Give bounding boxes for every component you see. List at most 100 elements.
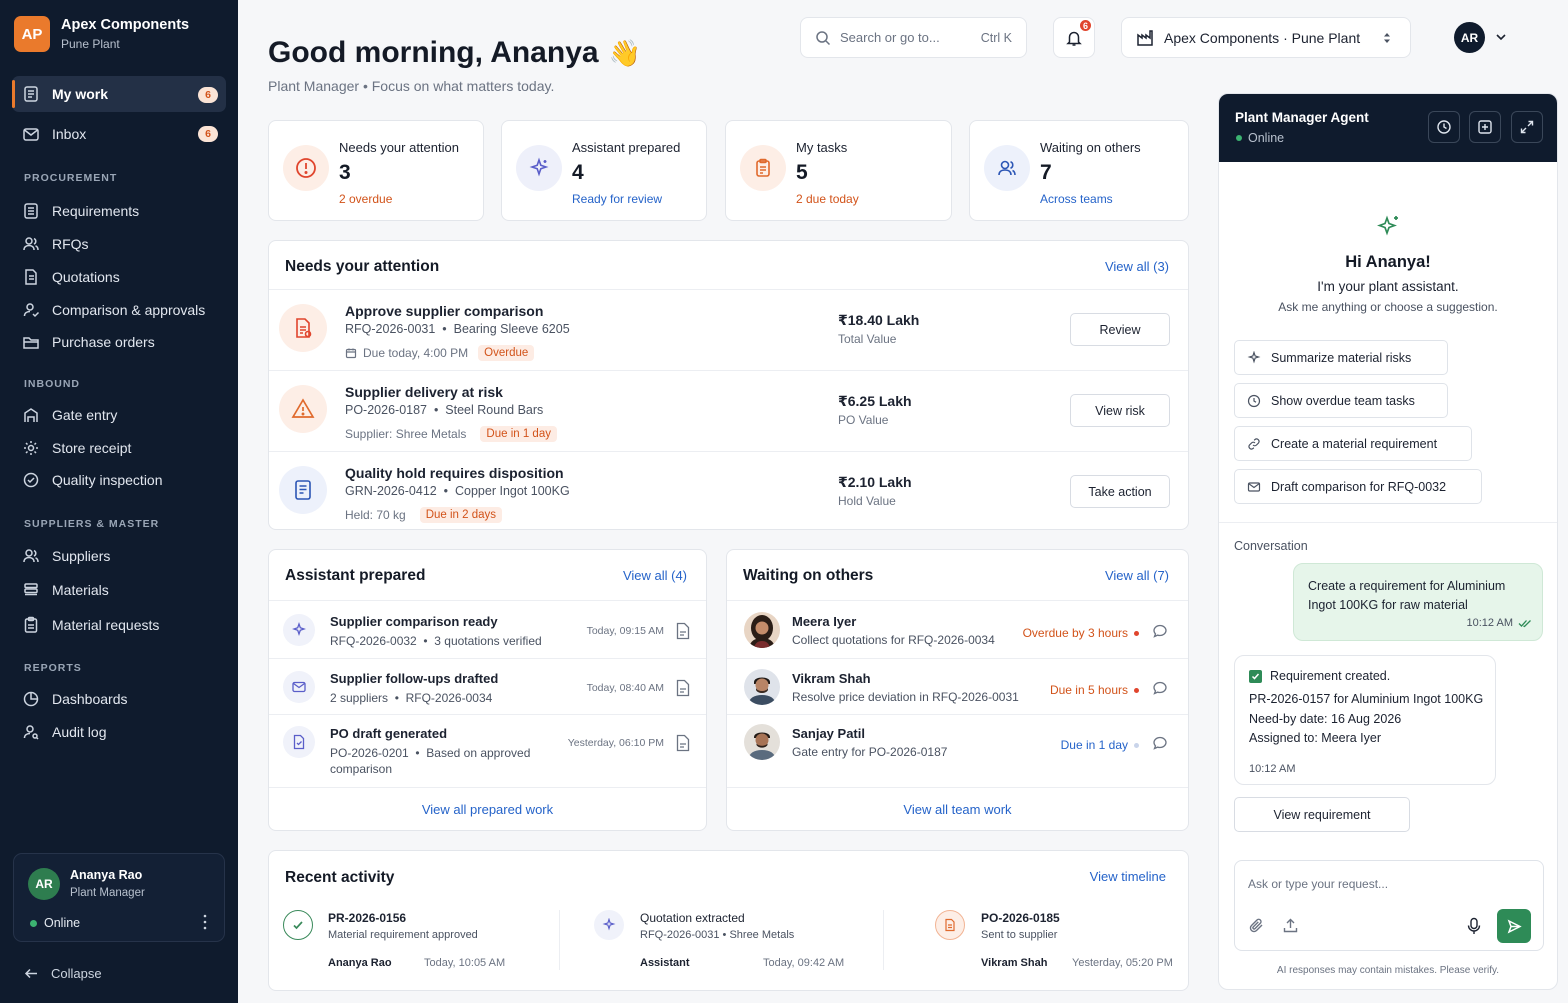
sparkle-icon: [516, 145, 562, 191]
stat-title: My tasks: [796, 140, 848, 155]
chat-icon[interactable]: [1152, 680, 1168, 696]
need-label: Need-by date:: [1249, 712, 1328, 726]
chat-input[interactable]: Ask or type your request...: [1234, 860, 1544, 951]
section-title: SUPPLIERS & MASTER: [24, 518, 160, 530]
stat-card-tasks[interactable]: My tasks 5 2 due today: [725, 120, 952, 221]
stat-card-attention[interactable]: Needs your attention 3 2 overdue: [268, 120, 484, 221]
view-all-link[interactable]: View all (4): [623, 568, 687, 583]
user-card[interactable]: AR Ananya Rao Plant Manager Online: [13, 853, 225, 942]
sidebar-item-inbox[interactable]: Inbox 6: [12, 116, 226, 152]
row-ref: PO-2026-0187: [345, 403, 428, 417]
activity-title: PO-2026-0185: [981, 911, 1060, 925]
sidebar-item-audit-log[interactable]: Audit log: [12, 714, 226, 750]
search-input[interactable]: Search or go to... Ctrl K: [800, 17, 1027, 58]
view-requirement-button[interactable]: View requirement: [1234, 797, 1410, 832]
row-value: ₹2.10 Lakh: [838, 474, 912, 490]
user-avatar[interactable]: AR: [1454, 22, 1485, 53]
view-all-team-link[interactable]: View all team work: [727, 802, 1188, 817]
activity-item[interactable]: Quotation extracted RFQ-2026-0031 • Shre…: [594, 910, 894, 980]
activity-actor: Vikram Shah: [981, 957, 1048, 969]
history-button[interactable]: [1428, 111, 1460, 143]
activity-item[interactable]: PR-2026-0156 Material requirement approv…: [283, 910, 583, 980]
chat-icon[interactable]: [1152, 735, 1168, 751]
row-ref: 2 suppliers: [330, 691, 389, 705]
sidebar-item-requirements[interactable]: Requirements: [12, 193, 226, 229]
sidebar-item-dashboards[interactable]: Dashboards: [12, 681, 226, 717]
folder-icon: [22, 333, 40, 351]
view-all-link[interactable]: View all (3): [1105, 259, 1169, 274]
org-selector[interactable]: Apex Components · Pune Plant: [1121, 17, 1411, 58]
sidebar-item-quotations[interactable]: Quotations: [12, 259, 226, 295]
chart-icon: [22, 690, 40, 708]
sidebar-item-rfqs[interactable]: RFQs: [12, 226, 226, 262]
row-title: Quality hold requires disposition: [345, 465, 564, 481]
collapse-button[interactable]: Collapse: [24, 966, 102, 981]
sidebar-item-quality-inspection[interactable]: Quality inspection: [12, 462, 226, 498]
document-icon[interactable]: [675, 679, 691, 697]
attention-row[interactable]: Quality hold requires disposition GRN-20…: [269, 452, 1188, 532]
paperclip-icon[interactable]: [1248, 917, 1265, 934]
review-button[interactable]: Review: [1070, 313, 1170, 346]
waiting-row[interactable]: Meera Iyer Collect quotations for RFQ-20…: [727, 601, 1188, 658]
brand[interactable]: AP Apex Components Pune Plant: [14, 16, 189, 52]
view-timeline-link[interactable]: View timeline: [1090, 869, 1166, 884]
sidebar-item-my-work[interactable]: My work 6: [12, 76, 226, 112]
expand-button[interactable]: [1511, 111, 1543, 143]
user-status: Online: [30, 916, 80, 930]
notifications-button[interactable]: 6: [1053, 17, 1095, 58]
brand-location: Pune Plant: [61, 37, 120, 51]
microphone-icon[interactable]: [1466, 917, 1482, 935]
view-risk-button[interactable]: View risk: [1070, 394, 1170, 427]
new-chat-button[interactable]: [1469, 111, 1501, 143]
sidebar-item-store-receipt[interactable]: Store receipt: [12, 430, 226, 466]
sidebar-item-materials[interactable]: Materials: [12, 572, 226, 608]
chevron-down-icon[interactable]: [1495, 33, 1507, 41]
suggestion-overdue-tasks[interactable]: Show overdue team tasks: [1234, 383, 1448, 418]
sidebar-item-comparison[interactable]: Comparison & approvals: [12, 292, 226, 328]
people-icon: [22, 235, 40, 253]
row-meta: Supplier: Shree Metals Due in 1 day: [345, 426, 557, 442]
prepared-row[interactable]: PO draft generated PO-2026-0201 • Based …: [269, 713, 706, 783]
more-vertical-icon[interactable]: [201, 912, 209, 932]
attention-row[interactable]: Approve supplier comparison RFQ-2026-003…: [269, 290, 1188, 370]
assigned-value: Meera Iyer: [1321, 731, 1382, 745]
gate-icon: [22, 406, 40, 424]
suggestion-label: Summarize material risks: [1271, 350, 1412, 365]
document-alert-icon: [279, 304, 327, 352]
take-action-button[interactable]: Take action: [1070, 475, 1170, 508]
divider: [1219, 522, 1557, 523]
suggestion-draft-comparison[interactable]: Draft comparison for RFQ-0032: [1234, 469, 1482, 504]
sidebar-item-suppliers[interactable]: Suppliers: [12, 538, 226, 574]
history-icon: [1436, 119, 1452, 135]
send-button[interactable]: [1497, 909, 1531, 943]
document-icon[interactable]: [675, 734, 691, 752]
stat-card-prepared[interactable]: Assistant prepared 4 Ready for review: [501, 120, 707, 221]
stat-sub: Across teams: [1040, 192, 1113, 206]
suggestion-create-requirement[interactable]: Create a material requirement: [1234, 426, 1472, 461]
stat-title: Needs your attention: [339, 140, 459, 155]
sidebar-item-gate-entry[interactable]: Gate entry: [12, 397, 226, 433]
activity-item[interactable]: PO-2026-0185 Sent to supplier Vikram Sha…: [935, 910, 1175, 980]
chat-icon[interactable]: [1152, 623, 1168, 639]
sidebar-item-material-requests[interactable]: Material requests: [12, 607, 226, 643]
reply-heading-text: Requirement created.: [1270, 669, 1391, 683]
collapse-label: Collapse: [51, 966, 102, 981]
document-icon: [935, 910, 965, 940]
suggestion-summarize-risks[interactable]: Summarize material risks: [1234, 340, 1448, 375]
view-all-prepared-link[interactable]: View all prepared work: [269, 802, 706, 817]
document-icon[interactable]: [675, 622, 691, 640]
upload-icon[interactable]: [1282, 917, 1299, 934]
divider: [727, 787, 1188, 788]
sidebar-item-label: Materials: [52, 582, 109, 598]
stack-icon: [22, 581, 40, 599]
waiting-row[interactable]: Sanjay Patil Gate entry for PO-2026-0187…: [727, 713, 1188, 770]
sidebar-item-purchase-orders[interactable]: Purchase orders: [12, 324, 226, 360]
waiting-row[interactable]: Vikram Shah Resolve price deviation in R…: [727, 658, 1188, 715]
stat-card-waiting[interactable]: Waiting on others 7 Across teams: [969, 120, 1189, 221]
prepared-row[interactable]: Supplier follow-ups drafted 2 suppliers …: [269, 658, 706, 715]
view-all-link[interactable]: View all (7): [1105, 568, 1169, 583]
attention-row[interactable]: Supplier delivery at risk PO-2026-0187 •…: [269, 371, 1188, 451]
prepared-row[interactable]: Supplier comparison ready RFQ-2026-0032 …: [269, 601, 706, 658]
reply-heading: Requirement created.: [1249, 669, 1390, 683]
row-title: PO draft generated: [330, 726, 448, 741]
